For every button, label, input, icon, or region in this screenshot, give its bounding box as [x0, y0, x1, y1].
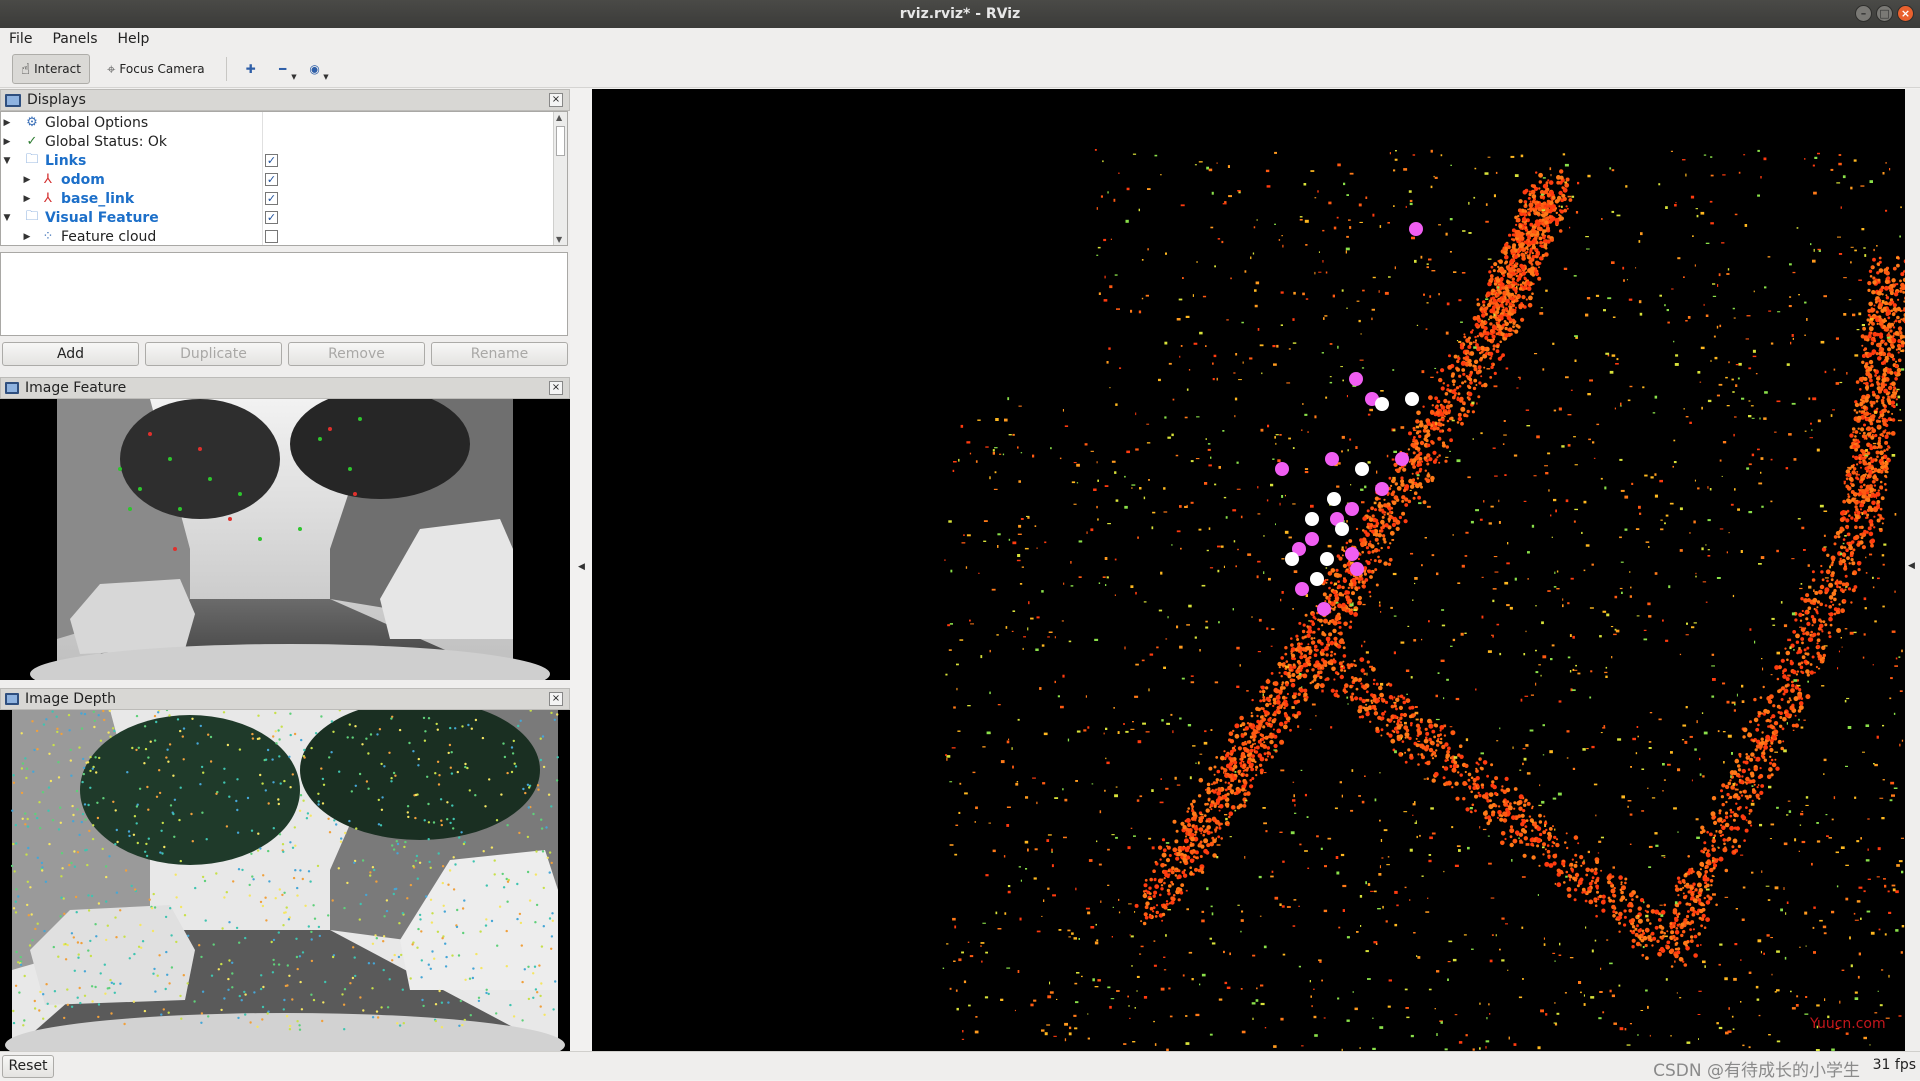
collapse-arrow-icon[interactable]: ▼ — [1, 213, 13, 223]
expand-arrow-icon[interactable]: ▶ — [1, 118, 13, 128]
expand-arrow-icon[interactable]: ▶ — [21, 175, 33, 185]
right-dock-strip: ◀ — [1905, 89, 1920, 1051]
interact-label: Interact — [34, 62, 81, 76]
focus-camera-label: Focus Camera — [119, 62, 204, 76]
fps-readout: 31 fps — [1873, 1057, 1916, 1073]
menu-help[interactable]: Help — [115, 31, 153, 47]
crosshair-icon: ⌖ — [107, 60, 115, 78]
toolbar-separator — [226, 57, 227, 81]
scroll-up-icon[interactable]: ▲ — [556, 113, 562, 122]
image-icon — [5, 693, 19, 705]
duplicate-button[interactable]: Duplicate — [145, 342, 282, 366]
menu-bar: File Panels Help — [0, 28, 1920, 50]
red-watermark: Yuucn.com — [1810, 1016, 1886, 1032]
axes-icon: ⅄ — [39, 191, 57, 207]
camera-feature-image — [0, 399, 570, 680]
3d-render-view[interactable] — [592, 89, 1905, 1051]
displays-tree[interactable]: ▶ ⚙ Global Options ▶ ✓ Global Status: Ok… — [0, 111, 568, 246]
scroll-down-icon[interactable]: ▼ — [556, 235, 562, 244]
tree-row-global-status[interactable]: ▶ ✓ Global Status: Ok — [1, 132, 553, 151]
tree-label: Links — [45, 153, 86, 169]
menu-panels[interactable]: Panels — [49, 31, 100, 47]
trajectory-points — [1275, 222, 1423, 616]
axes-icon: ⅄ — [39, 172, 57, 188]
tree-row-odom[interactable]: ▶ ⅄ odom ✓ — [1, 170, 553, 189]
window-title: rviz.rviz* - RViz — [900, 6, 1020, 22]
monitor-icon — [5, 94, 21, 107]
window-titlebar: rviz.rviz* - RViz – □ × — [0, 0, 1920, 28]
display-description-box — [0, 252, 568, 336]
image-feature-title: Image Feature — [25, 380, 126, 396]
tree-label: Global Status: Ok — [45, 134, 167, 150]
close-icon[interactable]: × — [1897, 5, 1914, 22]
checkbox-odom[interactable]: ✓ — [265, 173, 278, 186]
tree-row-global-options[interactable]: ▶ ⚙ Global Options — [1, 113, 553, 132]
tree-label: odom — [61, 172, 105, 188]
tree-label: base_link — [61, 191, 134, 207]
menu-file[interactable]: File — [6, 31, 35, 47]
expand-arrow-icon[interactable]: ▶ — [21, 194, 33, 204]
folder-icon: 🗀 — [23, 153, 41, 169]
tree-row-visual-feature[interactable]: ▼ 🗀 Visual Feature ✓ — [1, 208, 553, 227]
displays-panel-header: Displays × — [0, 89, 570, 111]
tree-label: Feature cloud — [61, 229, 156, 245]
pointcloud-icon: ⁘ — [39, 229, 57, 245]
tree-label: Global Options — [45, 115, 148, 131]
checkbox-links[interactable]: ✓ — [265, 154, 278, 167]
displays-title: Displays — [27, 92, 86, 108]
close-icon[interactable]: × — [549, 692, 563, 706]
image-feature-view — [0, 399, 570, 680]
status-bar: Reset CSDN @有待成长的小学生 31 fps — [0, 1051, 1920, 1080]
checkbox-base-link[interactable]: ✓ — [265, 192, 278, 205]
image-icon — [5, 382, 19, 394]
expand-arrow-icon[interactable]: ▶ — [1, 137, 13, 147]
left-dock: Displays × ▶ ⚙ Global Options ▶ ✓ Global… — [0, 89, 570, 1051]
maximize-icon[interactable]: □ — [1876, 5, 1893, 22]
interact-button[interactable]: ☝ Interact — [12, 54, 90, 84]
collapse-left-icon[interactable]: ◀ — [578, 562, 585, 572]
minimize-icon[interactable]: – — [1855, 5, 1872, 22]
tree-scrollbar[interactable]: ▲ ▼ — [553, 112, 567, 245]
checkbox-visual-feature[interactable]: ✓ — [265, 211, 278, 224]
focus-camera-button[interactable]: ⌖ Focus Camera — [98, 54, 214, 84]
remove-button[interactable]: Remove — [288, 342, 425, 366]
add-button[interactable]: Add — [2, 342, 139, 366]
csdn-watermark: CSDN @有待成长的小学生 — [1653, 1056, 1860, 1081]
tree-row-links[interactable]: ▼ 🗀 Links ✓ — [1, 151, 553, 170]
window-controls: – □ × — [1855, 5, 1914, 22]
close-icon[interactable]: × — [549, 381, 563, 395]
expand-arrow-icon[interactable]: ▶ — [21, 232, 33, 242]
hand-icon: ☝ — [21, 60, 30, 78]
rename-button[interactable]: Rename — [431, 342, 568, 366]
toolbar: ☝ Interact ⌖ Focus Camera ✚ ━▼ ◉▼ — [0, 50, 1920, 88]
reset-button[interactable]: Reset — [2, 1055, 54, 1078]
collapse-arrow-icon[interactable]: ▼ — [1, 156, 13, 166]
collapse-right-icon[interactable]: ◀ — [1908, 561, 1915, 571]
folder-icon: 🗀 — [23, 210, 41, 226]
remove-tool-icon[interactable]: ━▼ — [271, 57, 295, 81]
scrollbar-thumb[interactable] — [556, 126, 565, 156]
gear-icon: ⚙ — [23, 115, 41, 131]
close-icon[interactable]: × — [549, 93, 563, 107]
tree-row-base-link[interactable]: ▶ ⅄ base_link ✓ — [1, 189, 553, 208]
tree-label: Visual Feature — [45, 210, 159, 226]
displays-button-row: Add Duplicate Remove Rename — [2, 342, 568, 366]
image-feature-panel-header: Image Feature × — [0, 377, 570, 399]
camera-type-icon[interactable]: ◉▼ — [303, 57, 327, 81]
image-depth-view — [0, 710, 570, 1051]
checkbox-feature-cloud[interactable] — [265, 230, 278, 243]
tree-row-feature-cloud[interactable]: ▶ ⁘ Feature cloud — [1, 227, 553, 246]
point-cloud-map — [592, 89, 1905, 1051]
camera-depth-image — [0, 710, 570, 1051]
check-icon: ✓ — [23, 134, 41, 150]
add-tool-icon[interactable]: ✚ — [239, 57, 263, 81]
image-depth-panel-header: Image Depth × — [0, 688, 570, 710]
image-depth-title: Image Depth — [25, 691, 116, 707]
